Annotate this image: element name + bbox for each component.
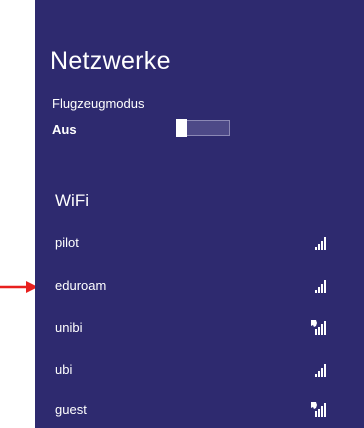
network-name: guest — [55, 402, 87, 417]
network-name: unibi — [55, 320, 83, 335]
panel-title: Netzwerke — [50, 47, 171, 75]
network-item-guest[interactable]: guest — [35, 396, 364, 426]
network-name: eduroam — [55, 278, 107, 293]
wifi-signal-icon — [315, 280, 326, 293]
wifi-signal-icon — [315, 364, 326, 377]
network-name: pilot — [55, 235, 79, 250]
airplane-mode-toggle[interactable] — [176, 119, 230, 137]
network-item-unibi[interactable]: unibi — [35, 314, 364, 344]
wifi-secured-signal-icon — [311, 320, 326, 335]
annotation-arrow — [0, 281, 38, 293]
network-item-pilot[interactable]: pilot — [35, 229, 364, 259]
airplane-mode-label: Flugzeugmodus — [52, 96, 145, 111]
toggle-knob[interactable] — [176, 119, 187, 137]
airplane-mode-value: Aus — [52, 122, 77, 137]
wifi-section-header: WiFi — [55, 191, 89, 210]
wifi-secured-signal-icon — [311, 402, 326, 417]
network-item-ubi[interactable]: ubi — [35, 356, 364, 386]
wifi-signal-icon — [315, 237, 326, 250]
network-item-eduroam[interactable]: eduroam — [35, 272, 364, 302]
network-name: ubi — [55, 362, 73, 377]
networks-panel: Netzwerke Flugzeugmodus Aus WiFi pilot e… — [35, 0, 364, 428]
